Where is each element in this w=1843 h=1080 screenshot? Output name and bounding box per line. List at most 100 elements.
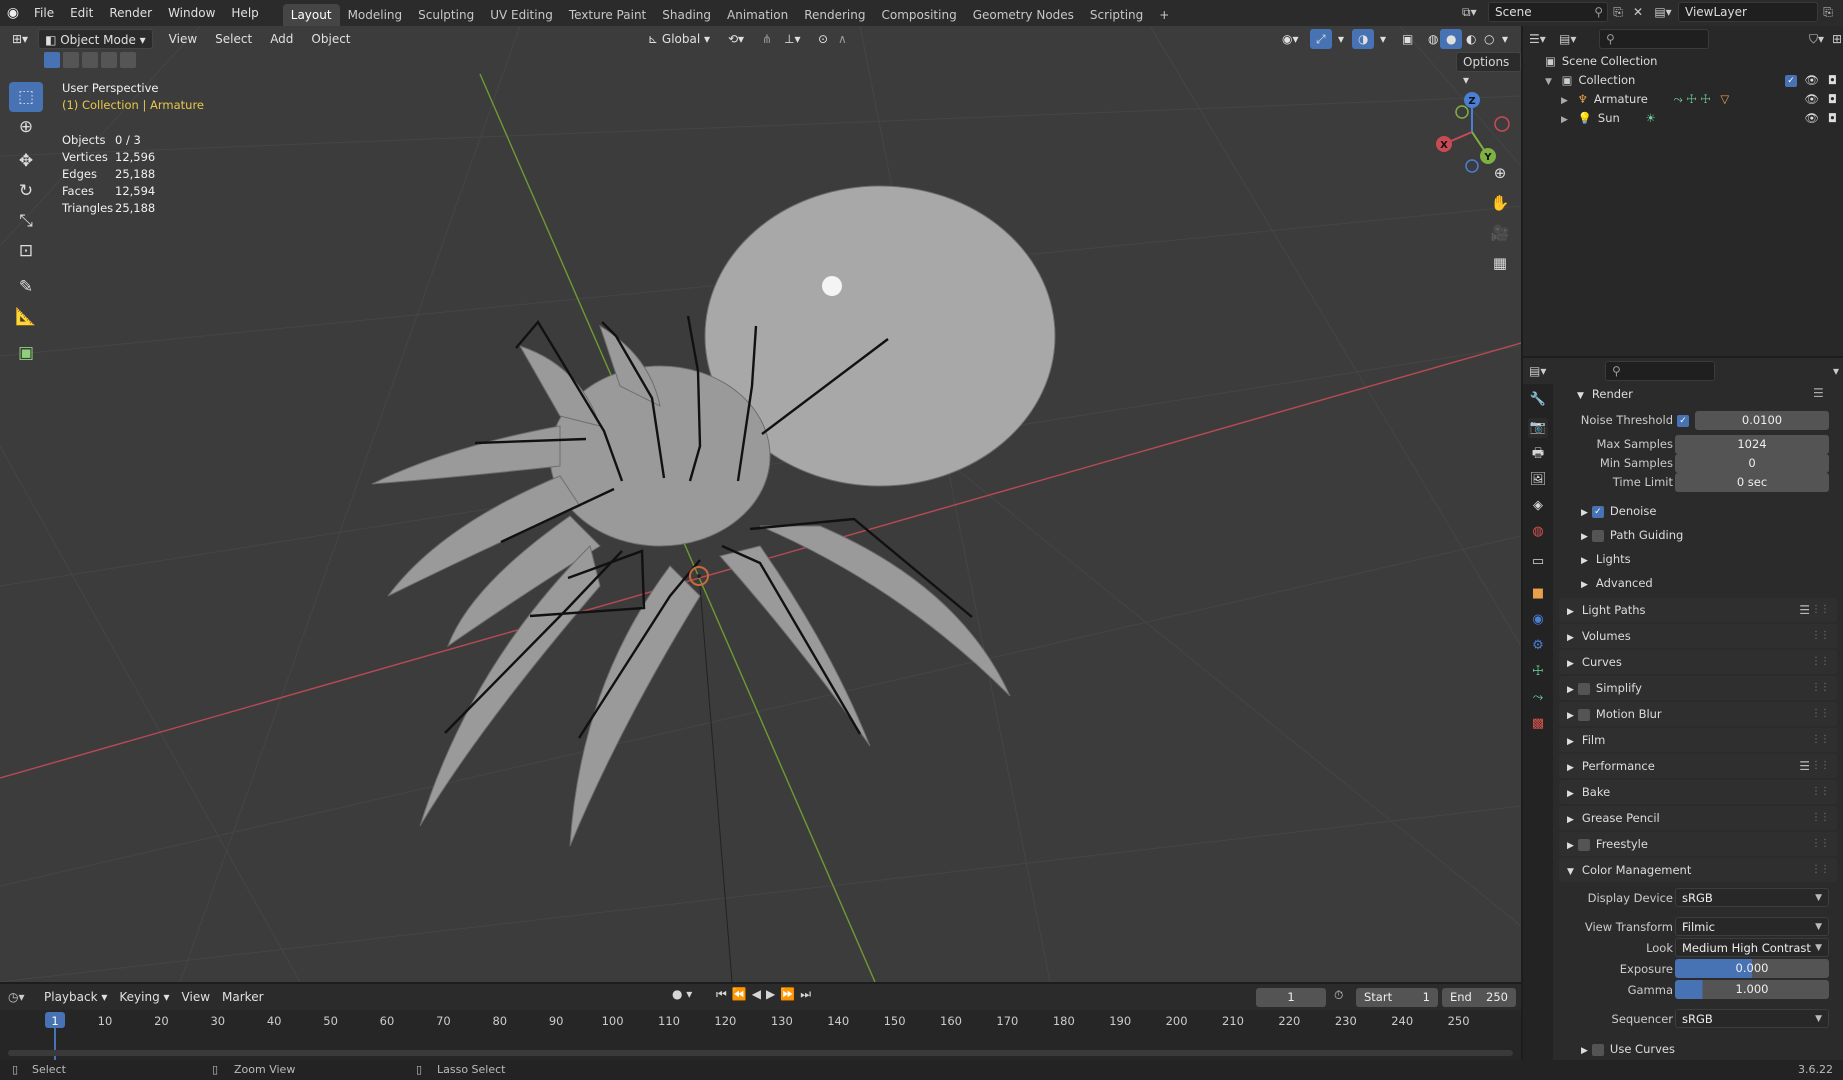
pin-icon[interactable]: ⚲: [1594, 3, 1603, 21]
tab-rendering[interactable]: Rendering: [796, 4, 873, 26]
panel-motion-blur[interactable]: ▶ Motion Blur ⋮⋮: [1559, 702, 1837, 726]
add-workspace-button[interactable]: +: [1151, 4, 1177, 26]
scene-collection-row[interactable]: ▣ Scene Collection: [1523, 52, 1843, 71]
move-tool[interactable]: ✥: [9, 146, 43, 176]
panel-curves[interactable]: ▶ Curves ⋮⋮: [1559, 650, 1837, 674]
jump-end-icon[interactable]: ⏭: [800, 987, 816, 1001]
physics-tab-icon[interactable]: ◉: [1528, 610, 1548, 630]
scene-tab-icon[interactable]: ◈: [1528, 496, 1548, 516]
armature-data-tab-icon[interactable]: ☩: [1528, 662, 1548, 682]
panel-volumes[interactable]: ▶ Volumes ⋮⋮: [1559, 624, 1837, 648]
transform-orientation-dropdown[interactable]: ⊾ Global ▾: [642, 29, 716, 49]
select-extend-icon[interactable]: [63, 52, 79, 68]
sun-row[interactable]: ▶ 💡 Sun ☀ 👁 ◘: [1523, 109, 1843, 128]
eye-icon[interactable]: 👁: [1804, 90, 1819, 109]
panel-color-management[interactable]: ▼ Color Management ⋮⋮: [1559, 858, 1837, 882]
outliner-search-input[interactable]: ⚲: [1599, 29, 1709, 49]
drag-handle-icon[interactable]: ⋮⋮: [1811, 858, 1830, 882]
time-limit-field[interactable]: 0 sec: [1675, 473, 1829, 492]
drag-handle-icon[interactable]: ⋮⋮: [1811, 702, 1830, 726]
falloff-icon[interactable]: ∧: [832, 29, 853, 49]
delete-scene-icon[interactable]: ✕: [1628, 5, 1648, 19]
look-dropdown[interactable]: Medium High Contrast ▼: [1675, 938, 1829, 957]
outliner-editor-icon[interactable]: ☰▾: [1529, 32, 1559, 46]
gizmo-dropdown-icon[interactable]: ▾: [1332, 29, 1350, 49]
3d-viewport[interactable]: ⊞▾ ◧ Object Mode ▾ View Select Add Objec…: [0, 26, 1521, 982]
view-menu[interactable]: View: [163, 29, 203, 49]
collection-tab-icon[interactable]: ▭: [1528, 552, 1548, 572]
path-guiding-subpanel[interactable]: ▶ Path Guiding: [1581, 524, 1683, 546]
select-menu[interactable]: Select: [209, 29, 258, 49]
view-layer-field[interactable]: ViewLayer: [1678, 2, 1818, 22]
marker-menu[interactable]: Marker: [216, 987, 269, 1007]
advanced-subpanel[interactable]: ▶ Advanced: [1581, 572, 1653, 594]
menu-render[interactable]: Render: [101, 0, 160, 26]
rotate-tool[interactable]: ↻: [9, 176, 43, 206]
prev-keyframe-icon[interactable]: ⏪: [732, 987, 752, 1001]
proportional-edit-icon[interactable]: ⊙: [812, 29, 834, 49]
tab-uv-editing[interactable]: UV Editing: [482, 4, 561, 26]
eye-icon[interactable]: 👁: [1804, 109, 1819, 128]
scale-tool[interactable]: ⤡: [9, 206, 43, 236]
tab-scripting[interactable]: Scripting: [1082, 4, 1151, 26]
select-intersect-icon[interactable]: [120, 52, 136, 68]
pivot-icon[interactable]: ⟲▾: [722, 29, 750, 49]
drag-handle-icon[interactable]: ⋮⋮: [1811, 832, 1830, 856]
shading-dropdown-icon[interactable]: ▾: [1496, 29, 1514, 49]
visibility-icon[interactable]: ◉▾: [1276, 29, 1305, 49]
panel-light-paths[interactable]: ▶ Light Paths ☰ ⋮⋮: [1559, 598, 1837, 622]
transform-tool[interactable]: ⊡: [9, 236, 43, 266]
gizmo-toggle-icon[interactable]: ⤢: [1310, 29, 1332, 49]
lights-subpanel[interactable]: ▶ Lights: [1581, 548, 1631, 570]
tab-sculpting[interactable]: Sculpting: [410, 4, 482, 26]
list-icon[interactable]: ☰: [1799, 598, 1810, 622]
delete-view-layer-icon[interactable]: ✕: [1838, 5, 1843, 19]
annotate-tool[interactable]: ✎: [9, 272, 43, 302]
drag-handle-icon[interactable]: ⋮⋮: [1811, 780, 1830, 804]
render-tab-icon[interactable]: 📷: [1528, 418, 1548, 438]
object-tab-icon[interactable]: ■: [1528, 584, 1548, 604]
timeline-editor-icon[interactable]: ◷▾: [8, 990, 38, 1004]
stopwatch-icon[interactable]: ⏱: [1334, 988, 1343, 1003]
collection-checkbox[interactable]: ✓: [1785, 71, 1803, 90]
blender-logo-icon[interactable]: ◉: [0, 5, 26, 21]
sequencer-dropdown[interactable]: sRGB ▼: [1675, 1009, 1829, 1028]
menu-window[interactable]: Window: [160, 0, 223, 26]
max-samples-field[interactable]: 1024: [1675, 435, 1829, 454]
current-frame-field[interactable]: 1: [1256, 988, 1326, 1007]
panel-grease-pencil[interactable]: ▶ Grease Pencil ⋮⋮: [1559, 806, 1837, 830]
select-box-tool[interactable]: ⬚: [9, 82, 43, 112]
scene-icon[interactable]: ⧉▾: [1462, 5, 1488, 20]
panel-performance[interactable]: ▶ Performance ☰ ⋮⋮: [1559, 754, 1837, 778]
object-menu[interactable]: Object: [305, 29, 356, 49]
drag-handle-icon[interactable]: ⋮⋮: [1811, 806, 1830, 830]
use-curves-subpanel[interactable]: ▶ Use Curves: [1581, 1038, 1675, 1060]
tab-modeling[interactable]: Modeling: [340, 4, 411, 26]
add-cube-tool[interactable]: ▣: [9, 338, 43, 368]
overlay-toggle-icon[interactable]: ◑: [1352, 29, 1375, 49]
new-collection-icon[interactable]: ⊞: [1832, 32, 1842, 46]
noise-threshold-field[interactable]: 0.0100: [1695, 411, 1829, 430]
cursor-tool[interactable]: ⊕: [9, 112, 43, 142]
denoise-subpanel[interactable]: ▶ ✓ Denoise: [1581, 500, 1656, 522]
drag-handle-icon[interactable]: ⋮⋮: [1811, 754, 1830, 778]
view-transform-dropdown[interactable]: Filmic ▼: [1675, 917, 1829, 936]
gamma-slider[interactable]: 1.000: [1675, 980, 1829, 999]
menu-file[interactable]: File: [26, 0, 62, 26]
display-device-dropdown[interactable]: sRGB ▼: [1675, 888, 1829, 907]
tab-layout[interactable]: Layout: [282, 4, 340, 26]
eye-icon[interactable]: 👁: [1804, 71, 1819, 90]
overlay-dropdown-icon[interactable]: ▾: [1374, 29, 1392, 49]
options-dropdown[interactable]: Options ▾: [1456, 52, 1521, 87]
output-tab-icon[interactable]: 🖶: [1528, 444, 1548, 464]
drag-handle-icon[interactable]: ⋮⋮: [1811, 650, 1830, 674]
panel-simplify[interactable]: ▶ Simplify ⋮⋮: [1559, 676, 1837, 700]
tab-compositing[interactable]: Compositing: [873, 4, 964, 26]
menu-help[interactable]: Help: [223, 0, 266, 26]
timeline-view-menu[interactable]: View: [176, 987, 216, 1007]
collection-row[interactable]: ▼ ▣ Collection ✓ 👁 ◘: [1523, 71, 1843, 90]
camera-view-icon[interactable]: 🎥: [1487, 220, 1513, 246]
exposure-slider[interactable]: 0.000: [1675, 959, 1829, 978]
min-samples-field[interactable]: 0: [1675, 454, 1829, 473]
drag-handle-icon[interactable]: ⋮⋮: [1811, 676, 1830, 700]
